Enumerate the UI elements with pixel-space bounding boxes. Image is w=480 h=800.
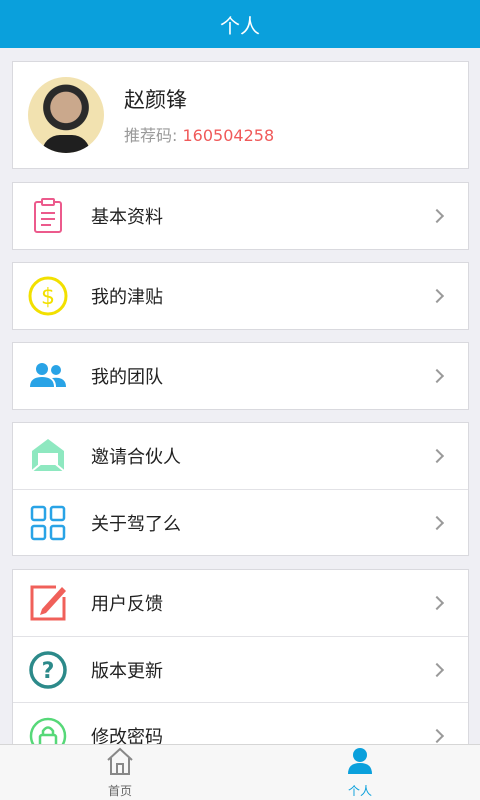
menu-label-invite: 邀请合伙人 — [91, 447, 181, 468]
chevron-right-icon — [429, 208, 445, 224]
menu-item-basic-info[interactable]: 基本资料 — [13, 183, 468, 249]
referral-code: 160504258 — [182, 126, 275, 145]
chevron-right-icon — [429, 448, 445, 464]
chevron-right-icon — [429, 595, 445, 611]
menu-group-support: 用户反馈 ? 版本更新 修改密码 — [12, 569, 469, 744]
svg-text:?: ? — [42, 659, 55, 684]
menu-item-about[interactable]: 关于驾了么 — [13, 489, 468, 555]
person-icon — [345, 746, 375, 780]
edit-icon — [27, 582, 69, 624]
profile-card[interactable]: 赵颜锋 推荐码: 160504258 — [12, 61, 469, 169]
menu-label-feedback: 用户反馈 — [91, 594, 163, 615]
chevron-right-icon — [429, 288, 445, 304]
menu-item-password[interactable]: 修改密码 — [13, 702, 468, 744]
menu-label-password: 修改密码 — [91, 726, 163, 745]
chevron-right-icon — [429, 662, 445, 677]
content-scroll[interactable]: 赵颜锋 推荐码: 160504258 基本资料 $ 我的津贴 我的团队 邀请合伙… — [0, 48, 480, 744]
tab-bar: 首页 个人 — [0, 744, 480, 800]
menu-label-team: 我的团队 — [91, 367, 163, 388]
clipboard-icon — [27, 195, 69, 237]
chevron-right-icon — [429, 368, 445, 384]
chevron-right-icon — [429, 515, 445, 530]
menu-label-basic-info: 基本资料 — [91, 207, 163, 228]
menu-group-allowance: $ 我的津贴 — [12, 262, 469, 330]
team-icon — [27, 355, 69, 397]
tab-label-me: 个人 — [347, 784, 372, 798]
referral-code-line: 推荐码: 160504258 — [124, 122, 274, 146]
menu-item-team[interactable]: 我的团队 — [13, 343, 468, 409]
menu-item-invite[interactable]: 邀请合伙人 — [13, 423, 468, 489]
tab-home[interactable]: 首页 — [0, 745, 240, 800]
tab-label-home: 首页 — [107, 784, 132, 798]
home-icon — [105, 746, 135, 780]
menu-label-about: 关于驾了么 — [91, 513, 181, 535]
menu-group-team: 我的团队 — [12, 342, 469, 410]
menu-label-version: 版本更新 — [91, 660, 163, 682]
referral-label: 推荐码: — [124, 126, 178, 145]
tab-me[interactable]: 个人 — [240, 745, 480, 800]
question-icon: ? — [27, 649, 69, 691]
chevron-right-icon — [429, 728, 445, 743]
grid-icon — [27, 502, 69, 544]
user-name: 赵颜锋 — [124, 88, 187, 112]
dollar-coin-icon: $ — [27, 275, 69, 317]
menu-label-allowance: 我的津贴 — [91, 287, 163, 308]
menu-group-invite: 邀请合伙人 关于驾了么 — [12, 422, 469, 556]
menu-item-version[interactable]: ? 版本更新 — [13, 636, 468, 702]
lock-icon — [27, 715, 69, 744]
page-title: 个人 — [220, 13, 260, 38]
svg-text:$: $ — [41, 285, 55, 310]
menu-item-feedback[interactable]: 用户反馈 — [13, 570, 468, 636]
page-header: 个人 — [0, 0, 480, 48]
avatar[interactable] — [28, 77, 104, 153]
menu-group-basic: 基本资料 — [12, 182, 469, 250]
menu-item-allowance[interactable]: $ 我的津贴 — [13, 263, 468, 329]
envelope-icon — [27, 435, 69, 477]
